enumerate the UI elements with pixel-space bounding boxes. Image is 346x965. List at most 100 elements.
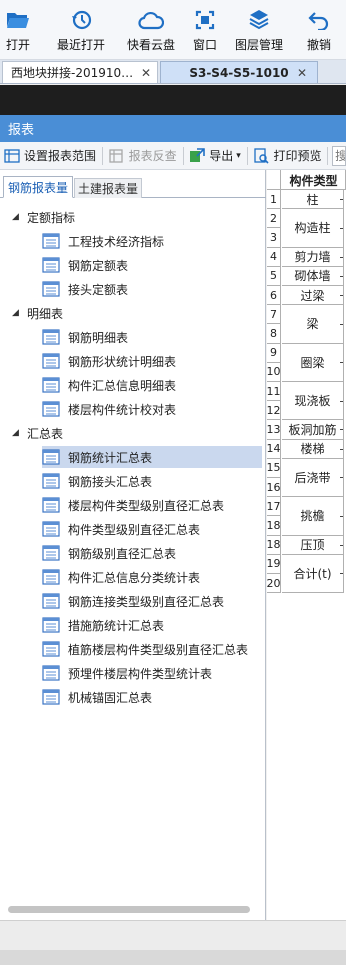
tree-group[interactable]: ◢ 明细表	[0, 302, 63, 324]
component-type-cell[interactable]: 楼梯	[282, 439, 344, 459]
report-document-icon	[42, 689, 60, 705]
report-document-icon	[42, 521, 60, 537]
tree-group[interactable]: ◢ 定额指标	[0, 206, 75, 228]
tree-item[interactable]: 钢筋统计汇总表	[42, 446, 262, 468]
component-type-cell[interactable]: 构造柱	[282, 209, 344, 248]
report-grid: 构件类型 1 柱 2 3 构造柱 4 剪力墙 5 砌体墙 6 过梁 7 8 梁 9 10 圈梁 11 12 现浇板 13…	[267, 170, 346, 920]
component-type-cell[interactable]: 剪力墙	[282, 247, 344, 267]
cloud-drive-button[interactable]: 快看云盘	[124, 0, 178, 60]
tree-item[interactable]: 钢筋连接类型级别直径汇总表	[42, 590, 224, 612]
tree-item[interactable]: 钢筋接头汇总表	[42, 470, 152, 492]
row-number: 10	[267, 362, 281, 382]
tree-item-label: 预埋件楼层构件类型统计表	[68, 666, 213, 681]
folder-open-icon	[5, 8, 31, 32]
component-type-cell[interactable]: 后浇带	[282, 458, 344, 498]
component-type-label: 梁	[306, 317, 319, 332]
tree-item[interactable]: 构件汇总信息分类统计表	[42, 566, 200, 588]
tree-item[interactable]: 钢筋明细表	[42, 326, 128, 348]
component-type-label: 合计(t)	[293, 566, 332, 581]
component-type-cell[interactable]: 砌体墙	[282, 266, 344, 286]
tree-item[interactable]: 钢筋定额表	[42, 254, 128, 276]
tree-item[interactable]: 楼层构件类型级别直径汇总表	[42, 494, 224, 516]
component-type-label: 现浇板	[294, 394, 331, 409]
expand-toggle-icon[interactable]: ◢	[12, 212, 22, 222]
component-type-cell[interactable]: 圈梁	[282, 343, 344, 382]
grid-header: 构件类型	[267, 170, 346, 190]
report-document-icon	[42, 353, 60, 369]
report-document-icon	[42, 497, 60, 513]
tree-item-label: 钢筋形状统计明细表	[68, 354, 177, 369]
tree-item[interactable]: 机械锚固汇总表	[42, 686, 152, 708]
component-type-label: 剪力墙	[294, 250, 331, 265]
component-type-cell[interactable]: 挑檐	[282, 497, 344, 536]
expand-toggle-icon[interactable]: ◢	[12, 428, 22, 438]
tree-item-label: 植筋楼层构件类型级别直径汇总表	[68, 642, 249, 657]
report-toolbar: 设置报表范围 报表反查 导出 ▾ 打印预览 搜	[0, 142, 346, 170]
report-reverse-lookup-button[interactable]: 报表反查	[105, 142, 181, 170]
window-button[interactable]: 窗口	[190, 0, 220, 60]
row-number: 20	[267, 574, 281, 594]
print-preview-button[interactable]: 打印预览	[249, 142, 325, 170]
tab-s3-s4-s5[interactable]: S3-S4-S5-1010 ✕	[160, 61, 318, 83]
window-icon	[192, 8, 218, 32]
report-document-icon	[42, 281, 60, 297]
component-type-cell[interactable]: 梁	[282, 305, 344, 344]
close-icon[interactable]: ✕	[295, 66, 309, 80]
tree-item-label: 构件汇总信息明细表	[68, 378, 177, 393]
tree-item[interactable]: 措施筋统计汇总表	[42, 614, 164, 636]
open-button[interactable]: 打开	[0, 0, 36, 60]
component-type-label: 圈梁	[300, 355, 325, 370]
tree-item[interactable]: 钢筋级别直径汇总表	[42, 542, 176, 564]
report-tree-panel: 钢筋报表量 土建报表量 ◢ 定额指标 工程技术经济指标 钢筋定额表 接头定额表 ◢ 明细表钢…	[0, 170, 266, 920]
tree-item-label: 钢筋级别直径汇总表	[68, 546, 177, 561]
search-input[interactable]: 搜	[332, 145, 346, 166]
set-report-range-button[interactable]: 设置报表范围	[0, 142, 100, 170]
tree-item-label: 钢筋定额表	[68, 258, 129, 273]
main-toolbar: 打开 最近打开 快看云盘 窗口 图层管理 撤销	[0, 0, 346, 60]
tab-civil-report[interactable]: 土建报表量	[74, 178, 142, 198]
horizontal-scrollbar[interactable]	[8, 906, 250, 913]
report-document-icon	[42, 377, 60, 393]
report-document-icon	[42, 545, 60, 561]
component-type-cell[interactable]: 合计(t)	[282, 554, 344, 594]
tree-item[interactable]: 构件汇总信息明细表	[42, 374, 176, 396]
expand-toggle-icon[interactable]: ◢	[12, 308, 22, 318]
undo-button[interactable]: 撤销	[304, 0, 334, 60]
tree-item[interactable]: 植筋楼层构件类型级别直径汇总表	[42, 638, 248, 660]
chevron-down-icon: ▾	[236, 150, 241, 161]
report-document-icon	[42, 641, 60, 657]
row-number: 18	[267, 535, 281, 555]
row-number: 6	[267, 286, 281, 306]
row-number: 1	[267, 190, 281, 210]
report-document-icon	[42, 665, 60, 681]
component-type-label: 楼梯	[300, 442, 325, 457]
layer-manager-button[interactable]: 图层管理	[232, 0, 286, 60]
cell-tick	[340, 448, 343, 450]
tree-group[interactable]: ◢ 汇总表	[0, 422, 63, 444]
export-button[interactable]: 导出 ▾	[185, 142, 245, 170]
component-type-cell[interactable]: 柱	[282, 190, 344, 210]
component-type-cell[interactable]: 过梁	[282, 286, 344, 306]
report-type-tabs: 钢筋报表量 土建报表量	[0, 176, 266, 198]
component-type-cell[interactable]: 压顶	[282, 535, 344, 555]
tree-item[interactable]: 构件类型级别直径汇总表	[42, 518, 200, 540]
print-preview-icon	[253, 147, 270, 164]
cell-tick	[340, 573, 343, 575]
tree-item[interactable]: 钢筋形状统计明细表	[42, 350, 176, 372]
tree-item-label: 钢筋明细表	[68, 330, 129, 345]
status-bar	[0, 950, 346, 965]
tree-item[interactable]: 工程技术经济指标	[42, 230, 164, 252]
component-type-cell[interactable]: 板洞加筋	[282, 420, 344, 440]
close-icon[interactable]: ✕	[139, 66, 153, 80]
toolbar-separator	[327, 146, 329, 165]
report-document-icon	[42, 329, 60, 345]
tree-item[interactable]: 楼层构件统计校对表	[42, 398, 176, 420]
tab-west-plot[interactable]: 西地块拼接-20191009… ✕	[2, 61, 158, 83]
tree-item[interactable]: 预埋件楼层构件类型统计表	[42, 662, 212, 684]
component-type-label: 过梁	[300, 288, 325, 303]
tree-item[interactable]: 接头定额表	[42, 278, 128, 300]
row-number: 3	[267, 228, 281, 248]
component-type-cell[interactable]: 现浇板	[282, 382, 344, 421]
recent-open-button[interactable]: 最近打开	[54, 0, 108, 60]
tab-rebar-report[interactable]: 钢筋报表量	[3, 176, 73, 198]
